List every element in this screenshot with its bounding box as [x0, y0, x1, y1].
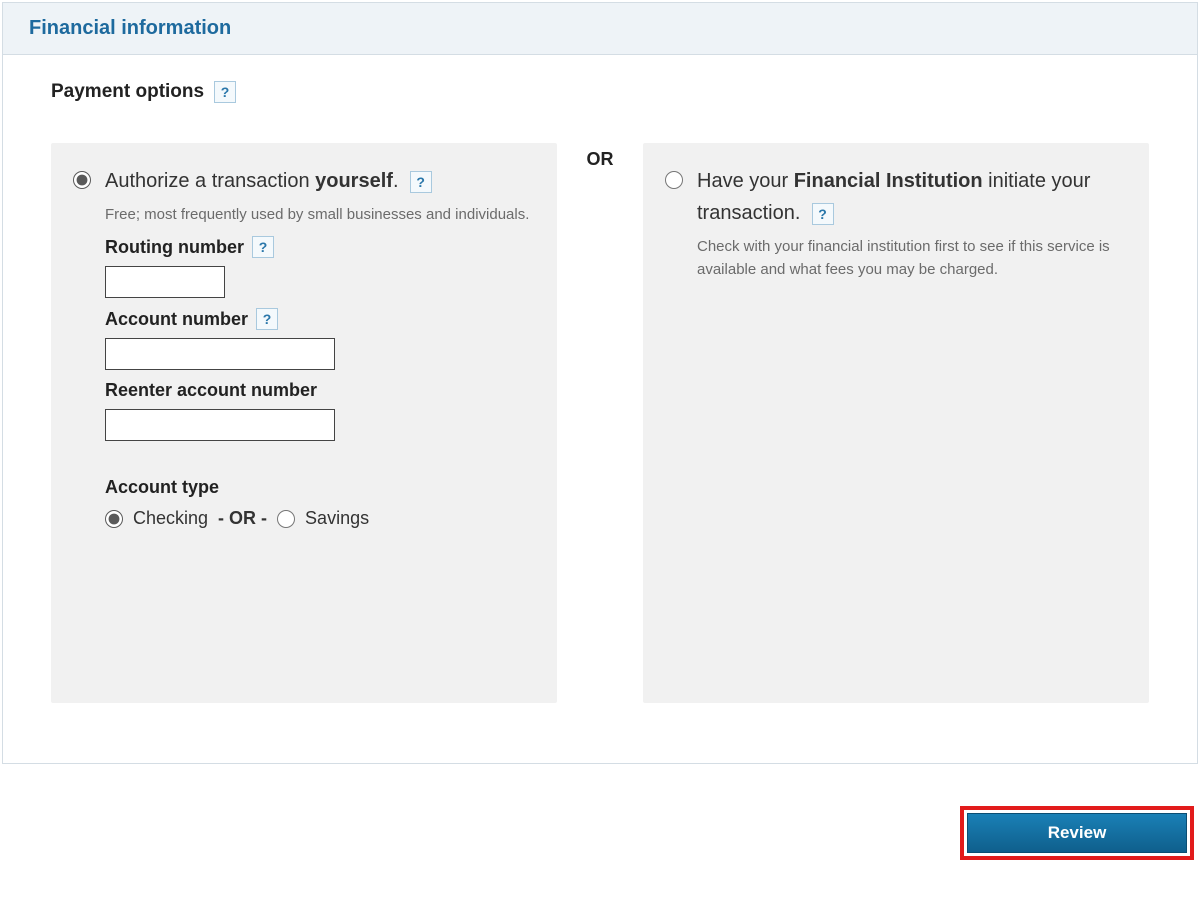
account-type-checking-radio[interactable] [105, 510, 123, 528]
panel-header: Financial information [3, 3, 1197, 55]
account-number-field: Account number ? [105, 308, 535, 370]
account-number-input[interactable] [105, 338, 335, 370]
account-type-savings-label: Savings [305, 508, 369, 529]
account-type-row: Checking - OR - Savings [105, 508, 535, 529]
account-type-group: Account type Checking - OR - Savings [105, 477, 535, 529]
routing-number-help-icon[interactable]: ? [252, 236, 274, 258]
option-authorize-title: Authorize a transaction yourself. ? [105, 165, 535, 197]
option-fi-title: Have your Financial Institution initiate… [697, 165, 1127, 229]
option-fi-title-bold: Financial Institution [794, 170, 983, 192]
review-button-highlight: Review [960, 806, 1194, 860]
footer-row: Review [0, 766, 1200, 870]
account-type-savings-radio[interactable] [277, 510, 295, 528]
routing-number-label: Routing number [105, 237, 244, 258]
option-financial-institution-radio[interactable] [665, 171, 683, 189]
account-type-label: Account type [105, 477, 535, 498]
payment-options-label: Payment options [51, 81, 204, 103]
financial-information-panel: Financial information Payment options ? … [2, 2, 1198, 764]
reenter-account-field: Reenter account number [105, 380, 535, 441]
option-authorize-yourself-radio[interactable] [73, 171, 91, 189]
option-authorize-help-icon[interactable]: ? [410, 171, 432, 193]
option-authorize-title-bold: yourself [315, 170, 393, 192]
reenter-account-label: Reenter account number [105, 380, 317, 401]
option-fi-title-part1: Have your [697, 170, 794, 192]
review-button[interactable]: Review [967, 813, 1187, 853]
option-financial-institution: Have your Financial Institution initiate… [643, 143, 1149, 703]
panel-body: Payment options ? Authorize a transactio… [3, 55, 1197, 763]
option-authorize-title-after: . [393, 170, 399, 192]
option-authorize-title-part1: Authorize a transaction [105, 170, 315, 192]
option-fi-content: Have your Financial Institution initiate… [697, 165, 1127, 282]
routing-number-input[interactable] [105, 266, 225, 298]
routing-number-label-row: Routing number ? [105, 236, 274, 258]
payment-options-row: Authorize a transaction yourself. ? Free… [51, 143, 1149, 703]
reenter-account-input[interactable] [105, 409, 335, 441]
account-number-label: Account number [105, 309, 248, 330]
account-number-label-row: Account number ? [105, 308, 278, 330]
routing-number-field: Routing number ? [105, 236, 535, 298]
account-type-checking-label: Checking [133, 508, 208, 529]
payment-options-heading: Payment options ? [51, 81, 1149, 103]
options-divider-or: OR [575, 143, 625, 170]
option-authorize-yourself: Authorize a transaction yourself. ? Free… [51, 143, 557, 703]
account-type-or: - OR - [218, 508, 267, 529]
account-number-help-icon[interactable]: ? [256, 308, 278, 330]
panel-title: Financial information [29, 17, 1171, 40]
option-authorize-desc: Free; most frequently used by small busi… [105, 203, 535, 226]
option-authorize-content: Authorize a transaction yourself. ? Free… [105, 165, 535, 529]
payment-options-help-icon[interactable]: ? [214, 81, 236, 103]
option-fi-desc: Check with your financial institution fi… [697, 235, 1127, 282]
option-fi-help-icon[interactable]: ? [812, 203, 834, 225]
